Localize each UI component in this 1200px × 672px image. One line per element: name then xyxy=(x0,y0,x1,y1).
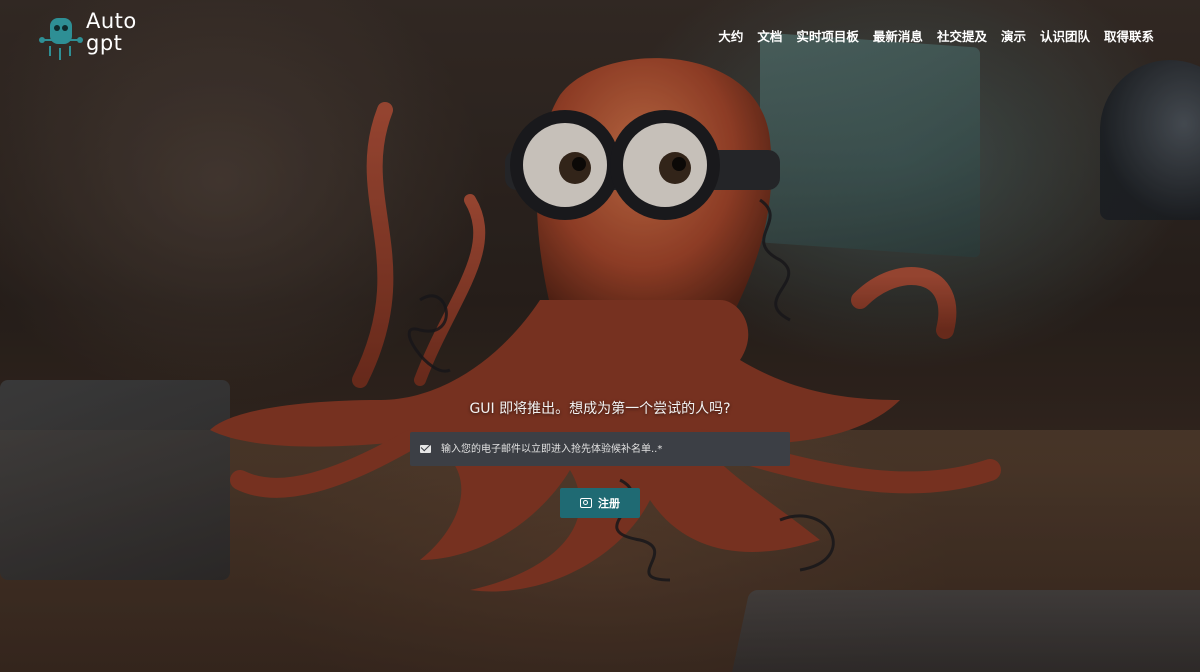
autogpt-logo[interactable]: Auto gpt xyxy=(36,10,146,62)
main-nav: 大约 文档 实时项目板 最新消息 社交提及 演示 认识团队 取得联系 xyxy=(718,26,1154,45)
email-input[interactable] xyxy=(439,442,780,456)
signup-section: GUI 即将推出。想成为第一个尝试的人吗? 注册 xyxy=(410,398,790,518)
signup-title: GUI 即将推出。想成为第一个尝试的人吗? xyxy=(469,401,731,417)
logo-line-2: gpt xyxy=(86,31,123,55)
nav-item-demo[interactable]: 演示 xyxy=(1001,26,1026,45)
site-header: Auto gpt 大约 文档 实时项目板 最新消息 社交提及 演示 认识团队 取… xyxy=(0,0,1200,70)
nav-item-project-board[interactable]: 实时项目板 xyxy=(796,26,859,45)
sign-in-icon xyxy=(580,498,592,508)
hero-dark-overlay xyxy=(0,0,1200,672)
nav-item-contact[interactable]: 取得联系 xyxy=(1104,26,1154,45)
nav-item-about[interactable]: 大约 xyxy=(718,26,743,45)
register-button[interactable]: 注册 xyxy=(560,488,640,518)
register-button-label: 注册 xyxy=(598,497,620,510)
nav-item-team[interactable]: 认识团队 xyxy=(1040,26,1090,45)
email-field[interactable] xyxy=(410,432,790,466)
logo-wordmark: Auto gpt xyxy=(86,10,156,54)
nav-item-news[interactable]: 最新消息 xyxy=(873,26,923,45)
octopus-logo-icon xyxy=(39,18,83,60)
nav-item-social-mentions[interactable]: 社交提及 xyxy=(937,26,987,45)
envelope-icon xyxy=(420,445,431,453)
logo-line-1: Auto xyxy=(86,9,137,33)
nav-item-docs[interactable]: 文档 xyxy=(757,26,782,45)
